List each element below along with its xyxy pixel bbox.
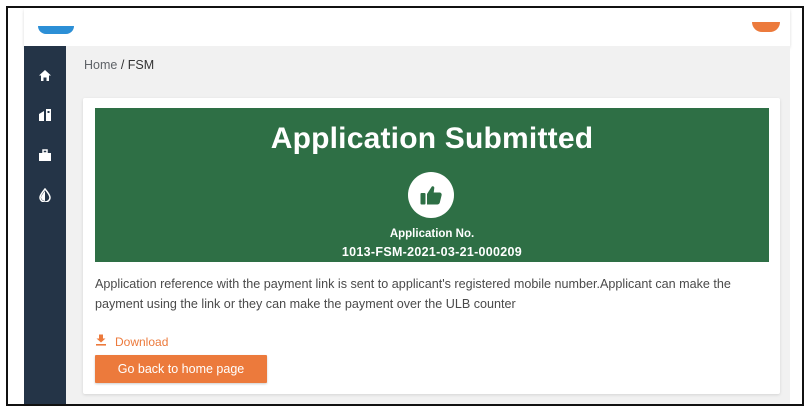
breadcrumb: Home / FSM <box>84 58 154 72</box>
breadcrumb-current: FSM <box>127 58 155 72</box>
avatar[interactable] <box>752 22 780 32</box>
home-icon <box>38 69 52 82</box>
application-number-label: Application No. <box>389 228 475 240</box>
water-drop-icon <box>39 188 51 202</box>
banner-title: Application Submitted <box>270 122 594 155</box>
sidebar-item-home[interactable] <box>24 60 70 90</box>
download-label: Download <box>115 334 169 349</box>
sidebar-item-city[interactable] <box>24 100 66 130</box>
logo[interactable] <box>38 26 74 34</box>
application-number: 1013-FSM-2021-03-21-000209 <box>341 245 523 259</box>
app-window: Home / FSM Application Submitted Applica… <box>6 6 804 406</box>
confirmation-message: Application reference with the payment l… <box>95 277 731 311</box>
download-link[interactable]: Download <box>95 334 168 349</box>
top-header <box>24 8 790 46</box>
briefcase-icon <box>38 148 52 162</box>
sidebar-item-briefcase[interactable] <box>24 140 66 170</box>
download-icon <box>95 334 115 349</box>
sidebar <box>24 46 70 404</box>
city-icon <box>38 108 52 122</box>
sidebar-item-water[interactable] <box>24 180 66 210</box>
breadcrumb-home-link[interactable]: Home <box>84 58 117 72</box>
main-content: Home / FSM Application Submitted Applica… <box>66 46 790 404</box>
success-banner: Application Submitted Application No. 10… <box>95 108 769 262</box>
breadcrumb-separator: / <box>117 58 128 72</box>
thumbs-up-icon <box>408 172 454 218</box>
confirmation-card: Application Submitted Application No. 10… <box>83 98 780 394</box>
go-back-home-button[interactable]: Go back to home page <box>95 355 267 383</box>
